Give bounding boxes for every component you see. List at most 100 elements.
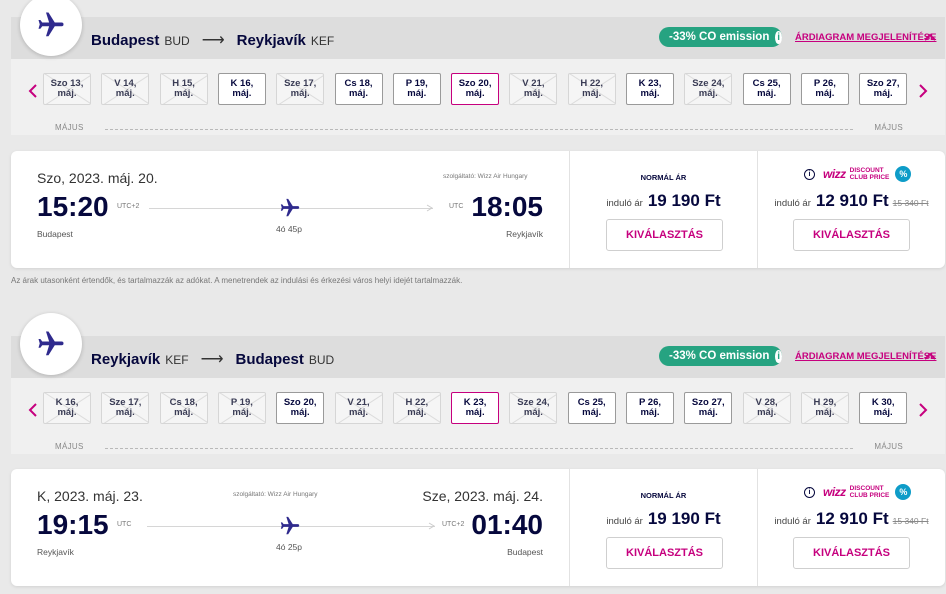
route-arrow-icon: ⟶ <box>200 351 224 368</box>
airplane-icon <box>280 198 300 217</box>
select-normal-price-button[interactable]: KIVÁLASZTÁS <box>606 537 723 569</box>
discount-club-label: DISCOUNT CLUB PRICE <box>849 485 890 499</box>
outbound-flight-card: Szo, 2023. máj. 20. 15:20 UTC+2 Budapest… <box>11 151 945 268</box>
flight-duration: 4ó 25p <box>276 542 302 552</box>
departure-utc: UTC+2 <box>117 203 140 210</box>
departure-city: Reykjavík <box>37 547 74 557</box>
date-chip[interactable]: Cs 25, máj. <box>567 392 616 424</box>
date-next-button[interactable] <box>911 398 935 422</box>
price-from-label: induló ár <box>774 516 811 527</box>
date-chip: V 14, máj. <box>101 73 150 105</box>
date-chip: V 28, máj. <box>742 392 791 424</box>
info-icon[interactable]: i <box>804 168 815 180</box>
date-chip[interactable]: P 19, máj. <box>392 73 441 105</box>
chevron-left-icon <box>28 403 37 417</box>
arrival-time: 01:40 <box>471 509 543 540</box>
date-chip: V 21, máj. <box>334 392 383 424</box>
date-chip[interactable]: K 23, máj. <box>451 392 500 424</box>
destination-city: Budapest <box>235 351 304 368</box>
date-chip: K 16, máj. <box>43 392 91 424</box>
fare-chart-link[interactable]: ÁRDIAGRAM MEGJELENÍTÉSE <box>795 32 936 43</box>
outbound-date-strip: MÁJUS MÁJUS Szo 13, máj. V 14, máj. H 15, máj… <box>11 65 945 155</box>
discount-club-header: i wizz DISCOUNT CLUB PRICE % <box>804 484 912 500</box>
departure-utc: UTC <box>117 521 132 528</box>
route-arrow-icon <box>426 204 433 212</box>
origin-city: Reykjavík <box>91 351 161 368</box>
date-chip: Cs 18, máj. <box>159 392 208 424</box>
date-chip[interactable]: K 23, máj. <box>626 73 674 105</box>
old-price: 15 340 Ft <box>892 198 929 208</box>
select-club-price-button[interactable]: KIVÁLASZTÁS <box>793 219 910 251</box>
select-normal-price-button[interactable]: KIVÁLASZTÁS <box>606 219 723 251</box>
operator: szolgáltató: Wizz Air Hungary <box>443 173 528 180</box>
arrival-city: Reykjavík <box>506 229 543 239</box>
return-route: Reykjavík KEF ⟶ Budapest BUD <box>91 349 334 369</box>
destination-code: BUD <box>308 353 335 367</box>
date-next-button[interactable] <box>911 79 935 103</box>
date-chip[interactable]: Szo 20, máj. <box>451 73 500 105</box>
date-chip[interactable]: Szo 27, máj. <box>684 392 733 424</box>
arrival-utc: UTC+2 <box>442 521 465 528</box>
airline-logo <box>20 313 82 375</box>
wizz-logo: wizz <box>823 485 846 499</box>
outbound-flight-info: Szo, 2023. máj. 20. 15:20 UTC+2 Budapest… <box>11 151 569 268</box>
date-chip: P 19, máj. <box>217 392 266 424</box>
month-divider: MÁJUS MÁJUS <box>51 123 907 135</box>
normal-price-title: NORMÁL ÁR <box>640 491 687 500</box>
normal-price-row: induló ár 19 190 Ft <box>570 191 757 211</box>
outbound-route-bar: Budapest BUD ⟶ Reykjavík KEF -33% CO emi… <box>11 17 945 59</box>
old-price: 15 340 Ft <box>892 516 929 526</box>
outbound-route: Budapest BUD ⟶ Reykjavík KEF <box>91 30 334 50</box>
departure-date: Szo, 2023. máj. 20. <box>37 170 158 186</box>
chevron-left-icon <box>28 84 37 98</box>
discount-club-label: DISCOUNT CLUB PRICE <box>849 167 890 181</box>
price-disclaimer: Az árak utasonként értendők, és tartalma… <box>11 276 463 285</box>
normal-price-row: induló ár 19 190 Ft <box>570 509 757 529</box>
co2-badge[interactable]: -33% CO emission i <box>659 27 782 47</box>
arrival-time: 18:05 <box>471 191 543 222</box>
co2-badge[interactable]: -33% CO emission i <box>659 346 782 366</box>
fare-chart-link[interactable]: ÁRDIAGRAM MEGJELENÍTÉSE <box>795 351 936 362</box>
outbound-panel: Budapest BUD ⟶ Reykjavík KEF -33% CO emi… <box>11 17 945 135</box>
date-chip: H 15, máj. <box>159 73 208 105</box>
co2-label: -33% CO emission <box>669 31 770 43</box>
origin-code: KEF <box>165 353 189 367</box>
date-chip[interactable]: Cs 25, máj. <box>742 73 791 105</box>
date-chip[interactable]: Szo 20, máj. <box>276 392 325 424</box>
chevron-up-icon[interactable] <box>922 30 938 46</box>
normal-price-amount: 19 190 Ft <box>647 191 721 210</box>
month-label-right: MÁJUS <box>874 123 903 132</box>
airplane-icon <box>38 331 64 356</box>
date-chip: Sze 24, máj. <box>509 392 558 424</box>
club-price-column: i wizz DISCOUNT CLUB PRICE % induló ár 12… <box>757 469 945 586</box>
club-price-row: induló ár 12 910 Ft 15 340 Ft <box>758 191 945 211</box>
arrival-date: Sze, 2023. máj. 24. <box>422 488 543 504</box>
departure-date: K, 2023. máj. 23. <box>37 488 143 504</box>
flight-duration: 4ó 45p <box>276 224 302 234</box>
chevron-up-icon[interactable] <box>922 349 938 365</box>
info-icon[interactable]: i <box>804 486 815 498</box>
info-icon[interactable]: i <box>775 30 782 44</box>
wizz-logo: wizz <box>823 167 846 181</box>
date-chip[interactable]: P 26, máj. <box>800 73 849 105</box>
date-prev-button[interactable] <box>21 398 45 422</box>
departure-city: Budapest <box>37 229 73 239</box>
date-chip: Szo 13, máj. <box>43 73 91 105</box>
date-prev-button[interactable] <box>21 79 45 103</box>
select-club-price-button[interactable]: KIVÁLASZTÁS <box>793 537 910 569</box>
destination-code: KEF <box>310 34 335 48</box>
date-chip[interactable]: Cs 18, máj. <box>334 73 383 105</box>
airplane-icon <box>280 516 300 535</box>
date-chip[interactable]: K 30, máj. <box>859 392 908 424</box>
date-chip[interactable]: P 26, máj. <box>626 392 674 424</box>
return-flight-info: K, 2023. máj. 23. 19:15 UTC Reykjavík sz… <box>11 469 569 586</box>
normal-price-title: NORMÁL ÁR <box>640 173 687 182</box>
chevron-right-icon <box>919 84 928 98</box>
return-panel: Reykjavík KEF ⟶ Budapest BUD -33% CO emi… <box>11 336 945 454</box>
info-icon[interactable]: i <box>775 349 782 363</box>
co2-label: -33% CO emission <box>669 350 770 362</box>
date-chip[interactable]: K 16, máj. <box>217 73 266 105</box>
return-flight-card: K, 2023. máj. 23. 19:15 UTC Reykjavík sz… <box>11 469 945 586</box>
date-chip[interactable]: Szo 27, máj. <box>859 73 908 105</box>
departure-time: 19:15 <box>37 509 109 540</box>
